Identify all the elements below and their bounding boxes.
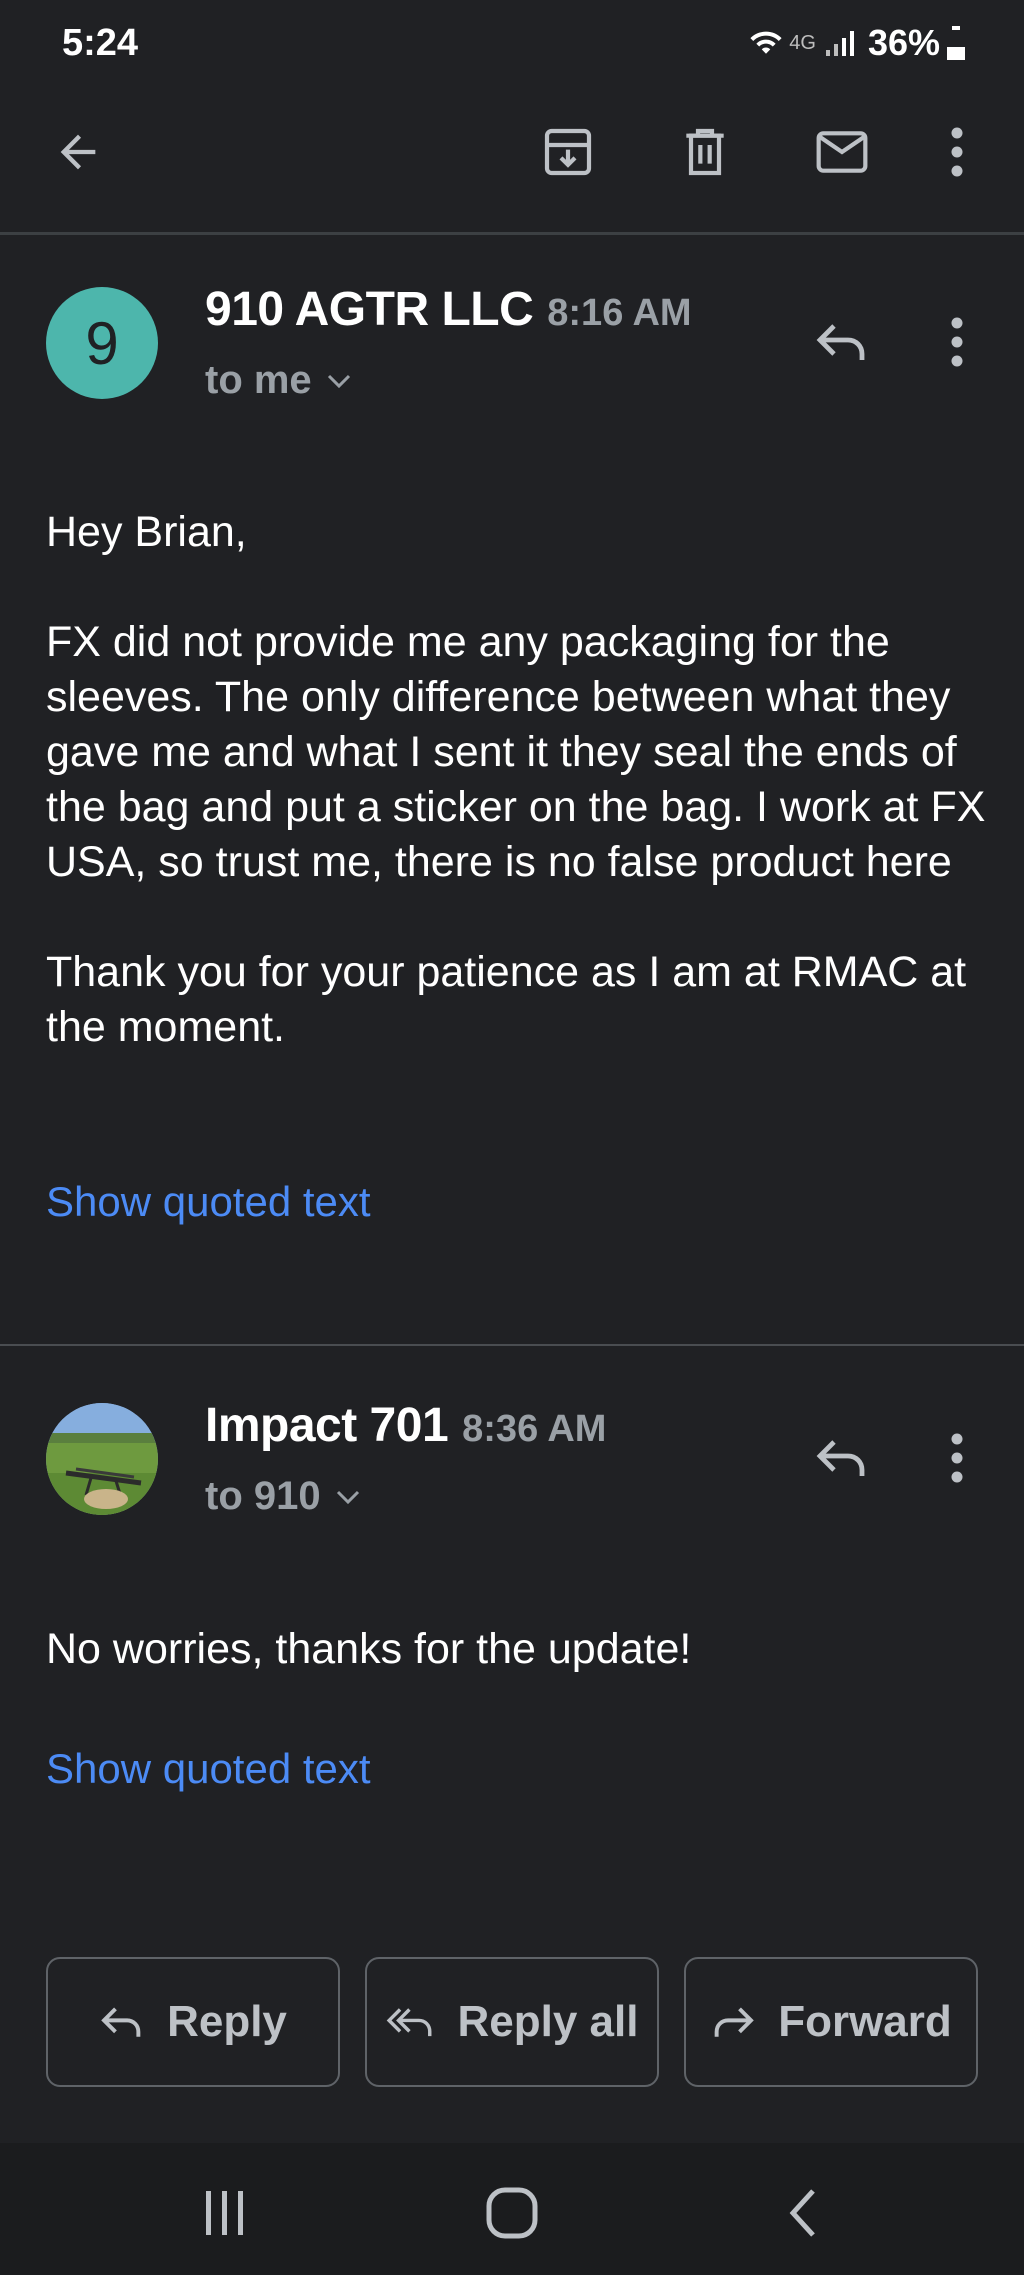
reply-all-icon bbox=[386, 2004, 436, 2040]
message-body: No worries, thanks for the update! bbox=[46, 1622, 996, 1677]
reply-label: Reply bbox=[167, 1997, 287, 2046]
show-quoted-text-link[interactable]: Show quoted text bbox=[46, 1178, 371, 1226]
recipient-label: to me bbox=[205, 358, 312, 402]
nav-back-button[interactable] bbox=[770, 2185, 834, 2241]
toolbar-divider bbox=[0, 232, 1024, 235]
back-button[interactable] bbox=[38, 112, 118, 192]
wifi-icon bbox=[749, 26, 783, 60]
message-more-button[interactable] bbox=[922, 302, 992, 382]
network-type: 4G bbox=[789, 31, 816, 54]
reply-button[interactable] bbox=[802, 302, 882, 382]
recipient-label: to 910 bbox=[205, 1474, 321, 1518]
more-vert-icon bbox=[949, 317, 965, 367]
message-time: 8:16 AM bbox=[547, 292, 692, 334]
body-paragraph: Thank you for your patience as I am at R… bbox=[46, 948, 967, 1051]
recipient-toggle[interactable]: to me bbox=[205, 358, 352, 403]
status-time: 5:24 bbox=[62, 22, 139, 64]
archive-icon bbox=[540, 124, 596, 180]
more-vert-icon bbox=[949, 1433, 965, 1483]
battery-level: 36% bbox=[867, 22, 940, 63]
delete-button[interactable] bbox=[665, 112, 745, 192]
reply-icon bbox=[99, 2004, 145, 2040]
body-paragraph: FX did not provide me any packaging for … bbox=[46, 618, 986, 886]
chevron-down-icon bbox=[335, 1488, 361, 1506]
reply-all-action-button[interactable]: Reply all bbox=[365, 1957, 659, 2087]
home-button[interactable] bbox=[480, 2185, 544, 2241]
reply-icon bbox=[814, 319, 870, 365]
forward-action-button[interactable]: Forward bbox=[684, 1957, 978, 2087]
recipient-toggle[interactable]: to 910 bbox=[205, 1474, 361, 1519]
sender-name: Impact 701 bbox=[205, 1399, 449, 1452]
message-time: 8:36 AM bbox=[462, 1408, 607, 1450]
status-icons: 4G 36% bbox=[749, 22, 966, 64]
avatar[interactable] bbox=[46, 1403, 158, 1515]
reply-icon bbox=[814, 1435, 870, 1481]
forward-label: Forward bbox=[778, 1997, 952, 2046]
show-quoted-text-link[interactable]: Show quoted text bbox=[46, 1745, 371, 1793]
chevron-down-icon bbox=[326, 372, 352, 390]
battery-icon bbox=[946, 25, 966, 61]
sender-name: 910 AGTR LLC bbox=[205, 283, 534, 336]
nav-back-icon bbox=[785, 2187, 819, 2239]
delete-icon bbox=[677, 124, 733, 180]
signal-icon bbox=[824, 28, 858, 58]
more-vert-icon bbox=[949, 127, 965, 177]
avatar-photo-icon bbox=[46, 1403, 158, 1515]
forward-icon bbox=[710, 2004, 756, 2040]
message-more-button[interactable] bbox=[922, 1418, 992, 1498]
message-header: Impact 701 8:36 AM bbox=[205, 1398, 606, 1453]
recent-apps-button[interactable] bbox=[190, 2185, 260, 2241]
archive-button[interactable] bbox=[528, 112, 608, 192]
message-header: 910 AGTR LLC 8:16 AM bbox=[205, 282, 692, 337]
more-options-button[interactable] bbox=[922, 112, 992, 192]
body-paragraph: Hey Brian, bbox=[46, 508, 247, 556]
reply-button[interactable] bbox=[802, 1418, 882, 1498]
home-icon bbox=[485, 2186, 539, 2240]
message-divider bbox=[0, 1344, 1024, 1346]
mark-unread-button[interactable] bbox=[802, 112, 882, 192]
body-paragraph: No worries, thanks for the update! bbox=[46, 1625, 692, 1673]
reply-all-label: Reply all bbox=[457, 1997, 639, 2046]
system-nav-bar bbox=[0, 2143, 1024, 2275]
mark-unread-icon bbox=[812, 124, 872, 180]
avatar[interactable]: 9 bbox=[46, 287, 158, 399]
reply-action-button[interactable]: Reply bbox=[46, 1957, 340, 2087]
message-body: Hey Brian, FX did not provide me any pac… bbox=[46, 505, 996, 1055]
recent-apps-icon bbox=[200, 2189, 250, 2237]
back-arrow-icon bbox=[52, 126, 104, 178]
